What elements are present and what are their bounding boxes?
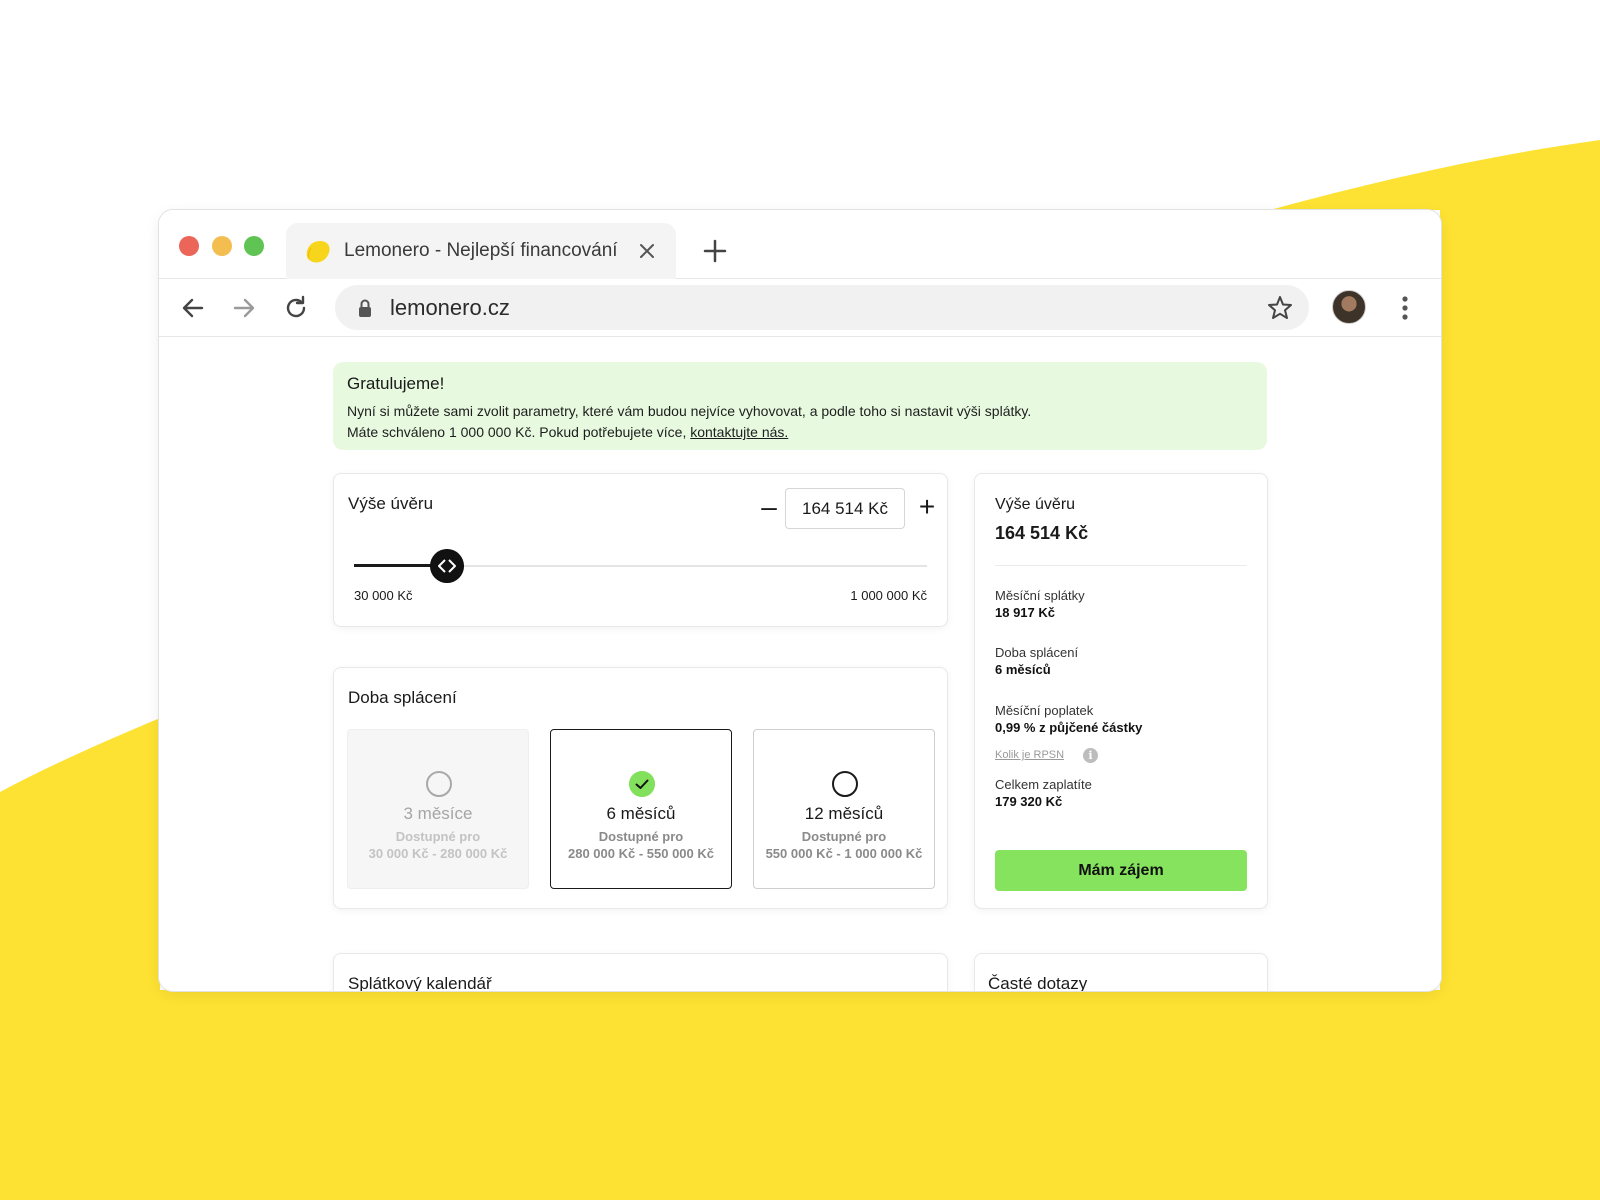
- loan-summary-card: Výše úvěru 164 514 Kč Měsíční splátky 18…: [974, 473, 1268, 909]
- banner-text: Nyní si můžete sami zvolit parametry, kt…: [347, 401, 1253, 422]
- browser-window: Lemonero - Nejlepší financování lemonero…: [159, 210, 1441, 991]
- total-value: 179 320 Kč: [995, 794, 1063, 809]
- banner-text-2: Máte schváleno 1 000 000 Kč. Pokud potře…: [347, 422, 1253, 443]
- slider-min-label: 30 000 Kč: [354, 588, 413, 603]
- banner-title: Gratulujeme!: [347, 374, 445, 393]
- check-circle-icon: [629, 771, 655, 797]
- monthly-payment-label: Měsíční splátky: [995, 588, 1085, 603]
- approval-banner: Gratulujeme! Nyní si můžete sami zvolit …: [333, 362, 1267, 450]
- info-icon[interactable]: i: [1083, 748, 1098, 763]
- rpsn-link[interactable]: Kolik je RPSN: [995, 749, 1064, 761]
- term-option-6-months[interactable]: 6 měsíců Dostupné pro 280 000 Kč - 550 0…: [550, 729, 732, 889]
- total-label: Celkem zaplatíte: [995, 777, 1092, 792]
- term-option-sub: Dostupné pro: [598, 829, 684, 844]
- term-option-3-months[interactable]: 3 měsíce Dostupné pro 30 000 Kč - 280 00…: [347, 729, 529, 889]
- star-icon[interactable]: [1265, 293, 1295, 323]
- interest-button[interactable]: Mám zájem: [995, 850, 1247, 891]
- repayment-term-title: Doba splácení: [348, 688, 457, 707]
- term-value: 6 měsíců: [995, 662, 1051, 677]
- radio-icon: [832, 771, 858, 797]
- forward-arrow-icon[interactable]: [226, 290, 262, 326]
- slider-max-label: 1 000 000 Kč: [850, 588, 927, 603]
- monthly-payment-value: 18 917 Kč: [995, 605, 1055, 620]
- window-minimize-button[interactable]: [212, 236, 232, 256]
- window-zoom-button[interactable]: [244, 236, 264, 256]
- back-arrow-icon[interactable]: [175, 290, 211, 326]
- tab-strip: Lemonero - Nejlepší financování: [159, 210, 1441, 280]
- banner-line-1: Nyní si můžete sami zvolit parametry, kt…: [347, 403, 1032, 419]
- monthly-fee-label: Měsíční poplatek: [995, 703, 1094, 718]
- contact-link[interactable]: kontaktujte nás.: [690, 424, 788, 440]
- loan-amount-input[interactable]: 164 514 Kč: [785, 488, 905, 529]
- more-vert-icon[interactable]: [1393, 292, 1417, 324]
- page-content: Gratulujeme! Nyní si můžete sami zvolit …: [159, 338, 1441, 991]
- increase-amount-button[interactable]: +: [912, 492, 942, 524]
- term-option-label: 12 měsíců: [804, 804, 884, 823]
- loan-amount-slider[interactable]: [354, 549, 927, 583]
- term-option-12-months[interactable]: 12 měsíců Dostupné pro 550 000 Kč - 1 00…: [753, 729, 935, 889]
- term-option-label: 6 měsíců: [606, 804, 676, 823]
- divider: [995, 565, 1247, 566]
- browser-toolbar: lemonero.cz: [159, 279, 1441, 337]
- loan-amount-title: Výše úvěru: [348, 494, 434, 513]
- reload-icon[interactable]: [278, 290, 314, 326]
- repayment-term-card: Doba splácení 3 měsíce Dostupné pro 30 0…: [333, 667, 948, 909]
- term-option-sub: Dostupné pro: [395, 829, 481, 844]
- faq-card: Časté dotazy: [974, 953, 1268, 991]
- window-close-button[interactable]: [179, 236, 199, 256]
- term-option-label: 3 měsíce: [403, 804, 473, 823]
- term-option-range: 550 000 Kč - 1 000 000 Kč: [765, 846, 923, 861]
- lemon-icon: [306, 241, 330, 263]
- term-option-sub: Dostupné pro: [801, 829, 887, 844]
- radio-icon: [426, 771, 452, 797]
- summary-title: Výše úvěru: [995, 496, 1076, 513]
- slider-handle[interactable]: [430, 549, 464, 583]
- decrease-amount-button[interactable]: –: [755, 492, 783, 524]
- banner-line-2: Máte schváleno 1 000 000 Kč. Pokud potře…: [347, 424, 691, 440]
- monthly-fee-value: 0,99 % z půjčené částky: [995, 720, 1143, 735]
- payment-calendar-title: Splátkový kalendář: [348, 974, 492, 991]
- payment-calendar-card: Splátkový kalendář: [333, 953, 948, 991]
- avatar[interactable]: [1332, 290, 1366, 324]
- url-text: lemonero.cz: [390, 295, 510, 320]
- tab-title: Lemonero - Nejlepší financování: [344, 240, 618, 261]
- browser-tab[interactable]: Lemonero - Nejlepší financování: [286, 223, 676, 280]
- close-icon[interactable]: [633, 237, 661, 265]
- lock-icon: [359, 299, 371, 317]
- term-option-range: 30 000 Kč - 280 000 Kč: [368, 846, 508, 861]
- term-option-range: 280 000 Kč - 550 000 Kč: [568, 846, 714, 861]
- term-label: Doba splácení: [995, 645, 1079, 660]
- address-bar[interactable]: lemonero.cz: [335, 285, 1309, 330]
- summary-amount: 164 514 Kč: [995, 523, 1089, 543]
- loan-amount-card: Výše úvěru – 164 514 Kč + 30 000 Kč 1 00…: [333, 473, 948, 627]
- faq-title: Časté dotazy: [988, 974, 1088, 991]
- new-tab-plus-icon[interactable]: [697, 233, 733, 269]
